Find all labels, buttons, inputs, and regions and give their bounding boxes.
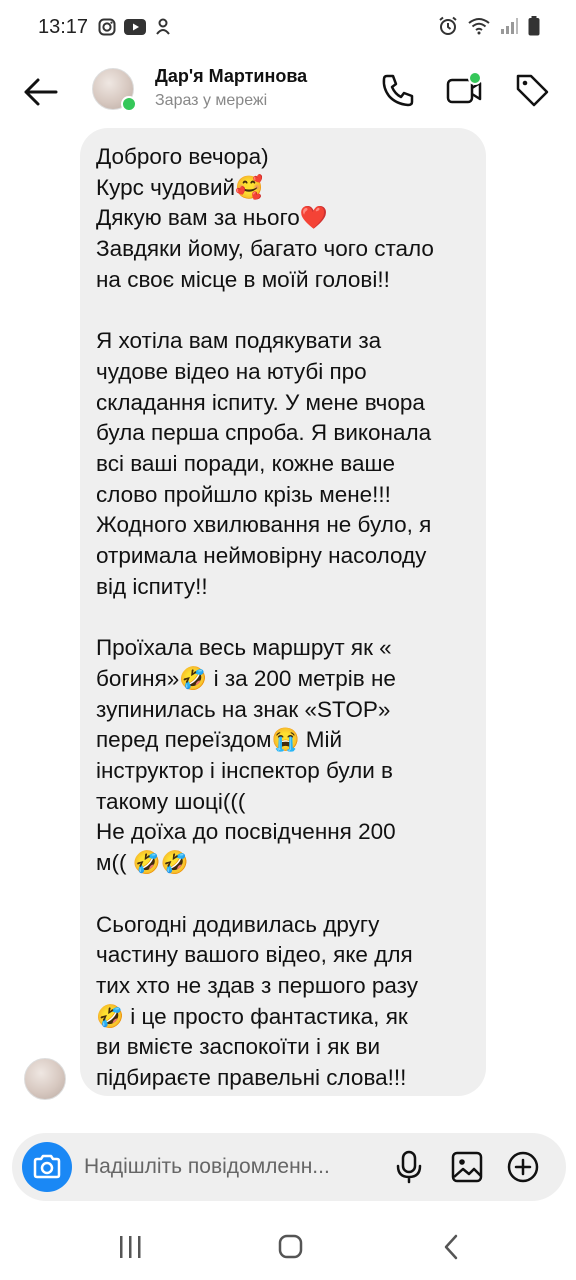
message-line: Дякую вам за нього❤️ xyxy=(96,205,328,231)
battery-icon xyxy=(528,16,540,41)
back-arrow-icon xyxy=(24,78,58,106)
back-button[interactable] xyxy=(20,72,60,112)
video-call-button[interactable] xyxy=(444,70,484,110)
message-line: частину вашого відео, яке для xyxy=(96,942,413,968)
message-bubble[interactable]: Доброго вечора) Курс чудовий🥰 Дякую вам за… xyxy=(80,128,486,1096)
chat-header: Дар'я Мартинова Зараз у мережі xyxy=(0,56,576,126)
recent-apps-button[interactable] xyxy=(110,1232,150,1262)
message-line: Не доїха до посвідчення 200 xyxy=(96,819,396,845)
gallery-button[interactable] xyxy=(450,1150,484,1184)
voice-message-button[interactable] xyxy=(392,1150,426,1184)
message-line: 🤣 і це просто фантастика, як xyxy=(96,1003,408,1029)
nav-back-button[interactable] xyxy=(432,1232,472,1262)
message-line: слово пройшло крізь мене!!! xyxy=(96,481,391,507)
plus-icon xyxy=(507,1151,539,1183)
message-line: Я хотіла вам подякувати за xyxy=(96,328,382,354)
message-line: від іспиту!! xyxy=(96,573,208,599)
message-line: отримала неймовірну насолоду xyxy=(96,543,427,569)
message-line: Проїхала весь маршрут як « xyxy=(96,635,392,661)
message-line: підбираєте правельні слова!!! xyxy=(96,1065,407,1091)
message-text: Доброго вечора) Курс чудовий🥰 Дякую вам за… xyxy=(96,142,470,1094)
message-line: тих хто не здав з першого разу xyxy=(96,972,418,998)
status-time: 13:17 xyxy=(38,16,89,38)
video-call-icon xyxy=(446,71,482,104)
audio-call-button[interactable] xyxy=(378,70,418,110)
signal-icon xyxy=(500,17,518,40)
message-line: всі ваші поради, кожне ваше xyxy=(96,451,396,477)
message-line: на своє місце в моїй голові!! xyxy=(96,266,390,292)
recent-apps-icon xyxy=(120,1236,141,1258)
message-composer xyxy=(12,1133,566,1201)
online-indicator xyxy=(121,96,137,112)
home-button[interactable] xyxy=(270,1232,310,1262)
contact-name[interactable]: Дар'я Мартинова xyxy=(155,66,307,87)
back-icon xyxy=(444,1234,458,1260)
contact-status: Зараз у мережі xyxy=(155,92,268,109)
message-line: Сьогодні додивилась другу xyxy=(96,911,380,937)
message-line: інструктор і інспектор були в xyxy=(96,758,394,784)
tag-button[interactable] xyxy=(512,70,552,110)
camera-icon xyxy=(33,1154,61,1179)
message-input[interactable] xyxy=(84,1147,384,1187)
message-line: Жодного хвилювання не було, я xyxy=(96,512,432,538)
notification-app-icon xyxy=(154,18,172,41)
message-line: чудове відео на ютубі про xyxy=(96,358,367,384)
phone-icon xyxy=(382,74,414,107)
gallery-icon xyxy=(451,1151,483,1183)
youtube-icon xyxy=(124,19,146,40)
camera-button[interactable] xyxy=(22,1142,72,1192)
alarm-icon xyxy=(438,16,458,41)
microphone-icon xyxy=(396,1150,422,1184)
message-line: складання іспиту. У мене вчора xyxy=(96,389,425,415)
message-line: перед переїздом😭 Мій xyxy=(96,727,343,753)
message-line: зупинилась на знак «STOP» xyxy=(96,696,391,722)
message-line: була перша спроба. Я виконала xyxy=(96,420,432,446)
status-bar: 13:17 xyxy=(0,0,576,56)
message-line: Курс чудовий🥰 xyxy=(96,174,264,200)
message-line: ви вмієте заспокоїти і як ви xyxy=(96,1034,381,1060)
wifi-icon xyxy=(468,17,490,40)
message-line: богиня»🤣 і за 200 метрів не xyxy=(96,665,396,691)
home-icon xyxy=(278,1234,303,1259)
instagram-icon xyxy=(98,18,116,41)
system-nav-bar xyxy=(0,1212,576,1280)
tag-icon xyxy=(516,74,549,107)
more-options-button[interactable] xyxy=(506,1150,540,1184)
message-line: такому шоці((( xyxy=(96,788,246,814)
sender-avatar[interactable] xyxy=(24,1058,66,1100)
contact-avatar[interactable] xyxy=(92,68,137,112)
message-line: Доброго вечора) xyxy=(96,144,269,169)
message-line: Завдяки йому, багато чого стало xyxy=(96,236,434,262)
message-line: м(( 🤣🤣 xyxy=(96,850,189,876)
